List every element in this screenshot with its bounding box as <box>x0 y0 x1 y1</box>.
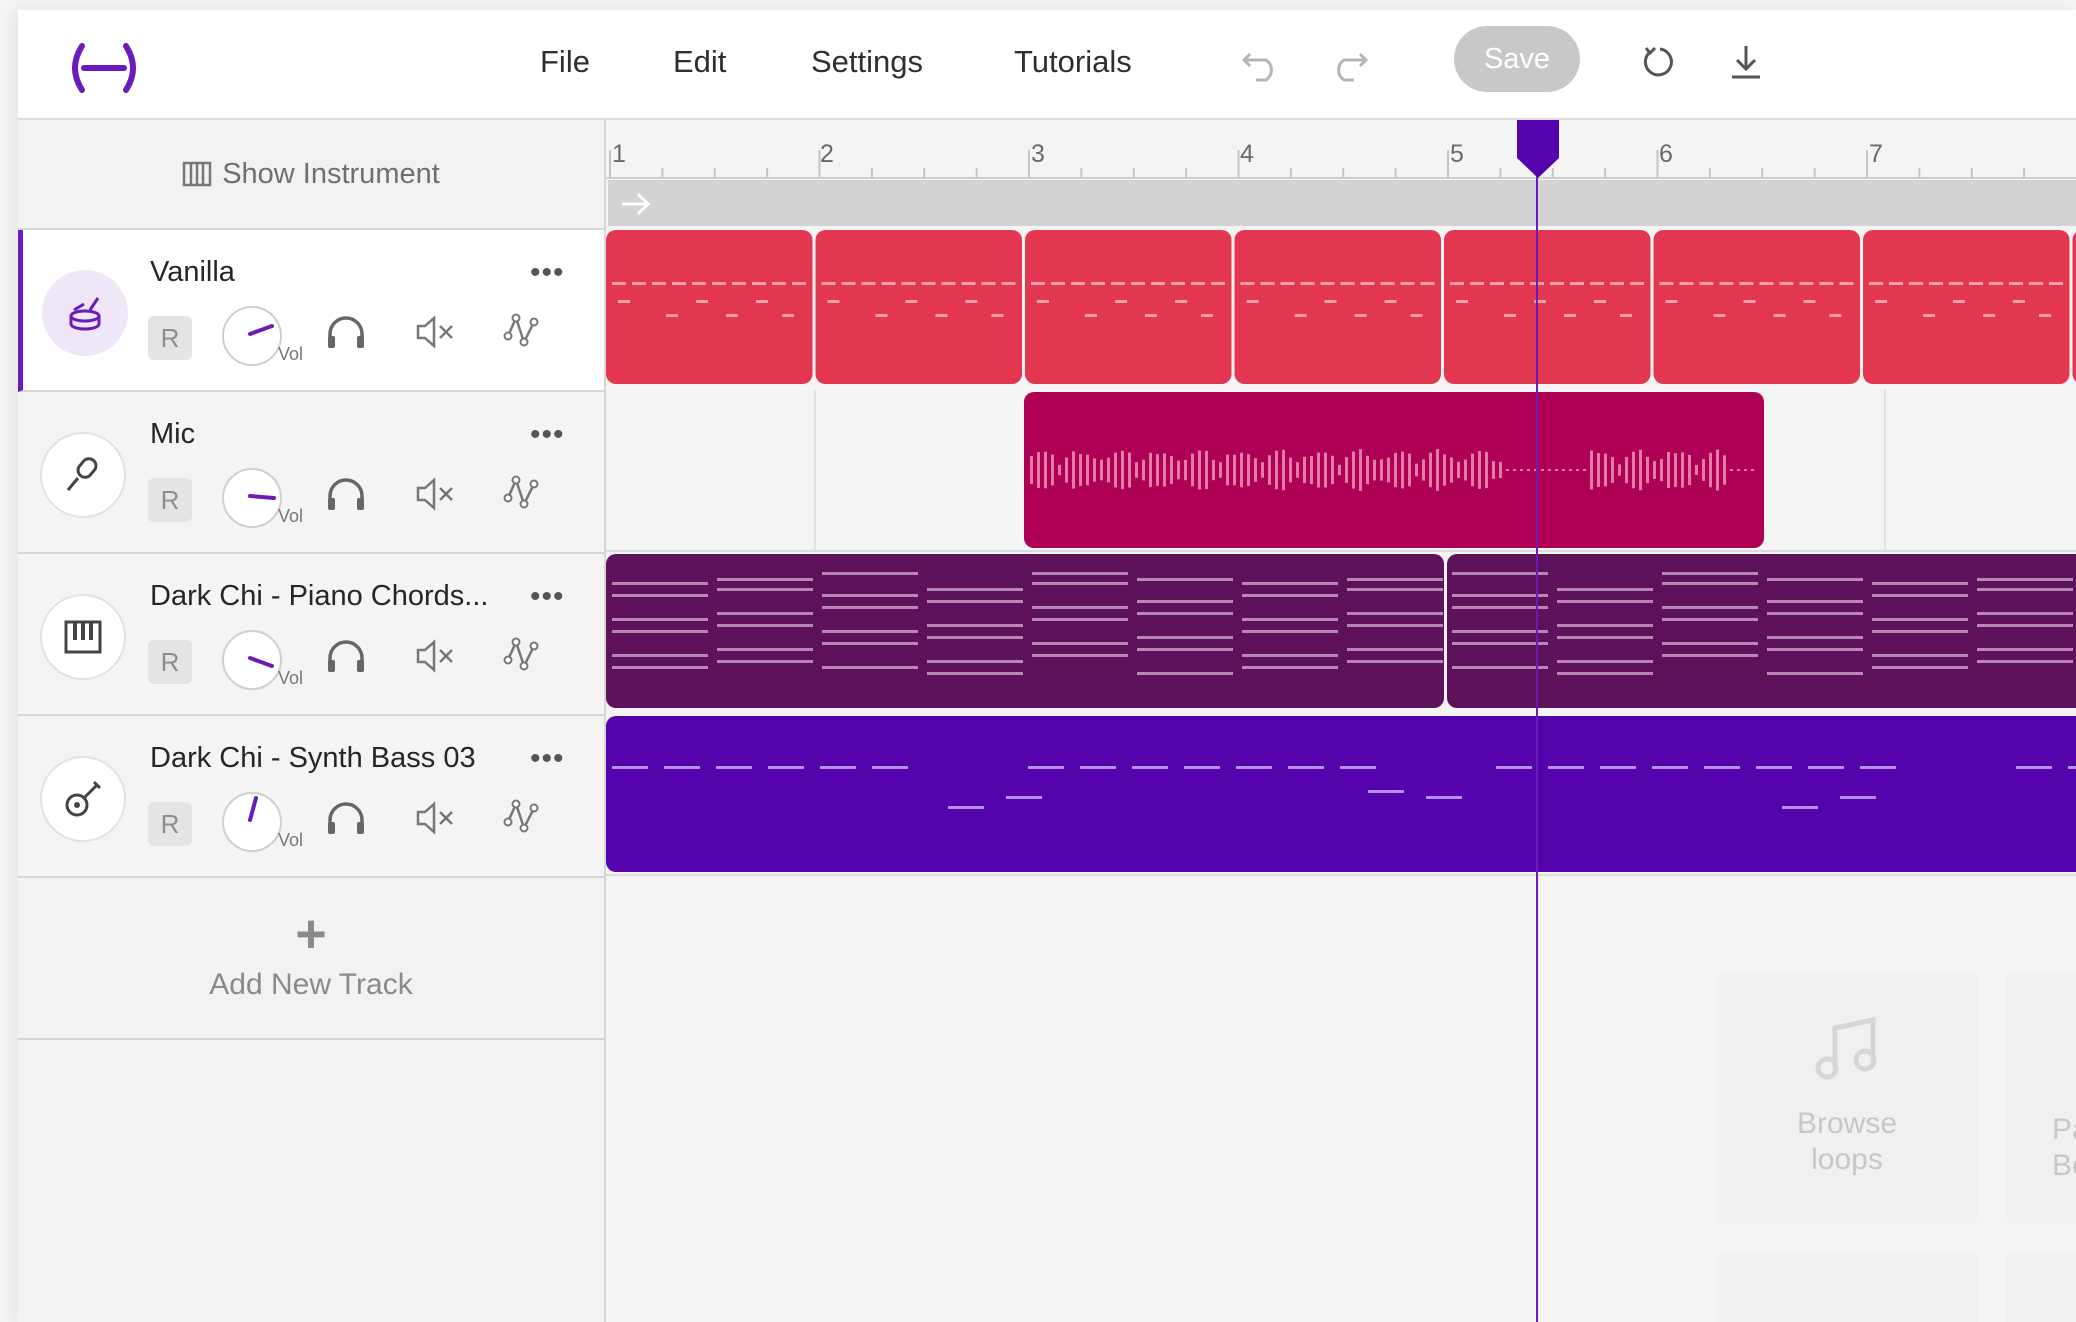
volume-label: Vol <box>278 506 304 526</box>
bar-number: 6 <box>1659 140 1673 168</box>
clip-synth-bass[interactable] <box>606 716 2076 872</box>
save-button[interactable]: Save <box>1454 26 1580 92</box>
revert-icon[interactable] <box>1632 34 1688 90</box>
microphone-icon[interactable] <box>40 432 126 518</box>
volume-label: Vol <box>278 830 304 850</box>
show-instrument-button[interactable]: Show Instrument <box>18 120 604 230</box>
record-arm-button[interactable]: R <box>148 316 192 360</box>
mute-icon[interactable] <box>414 476 458 512</box>
arrow-right-icon <box>622 192 651 216</box>
volume-knob[interactable] <box>222 792 282 852</box>
mute-icon[interactable] <box>414 638 458 674</box>
track-header-vanilla[interactable]: Vanilla ••• R Vol <box>18 230 604 392</box>
bar-number: 1 <box>612 140 626 168</box>
track-name[interactable]: Vanilla <box>150 256 235 289</box>
bar-number: 3 <box>1031 140 1045 168</box>
track-options-icon[interactable]: ••• <box>530 580 565 614</box>
volume-knob[interactable] <box>222 630 282 690</box>
record-arm-button[interactable]: R <box>148 640 192 684</box>
redo-icon[interactable] <box>1320 34 1376 90</box>
menu-tutorials[interactable]: Tutorials <box>1014 44 1132 80</box>
add-new-track-button[interactable]: + Add New Track <box>18 878 604 1040</box>
volume-knob[interactable] <box>222 306 282 366</box>
drum-icon[interactable] <box>42 270 128 356</box>
arrangement-timeline[interactable]: 1 2 3 4 5 6 7 Browse loops P B <box>606 120 2076 1322</box>
headphones-icon[interactable] <box>324 636 368 676</box>
automation-icon[interactable] <box>502 472 542 514</box>
automation-icon[interactable] <box>502 310 542 352</box>
headphones-icon[interactable] <box>324 474 368 514</box>
browse-loops-label: Browse loops <box>1796 1107 1898 1176</box>
track-options-icon[interactable]: ••• <box>530 256 565 290</box>
bar-number: 4 <box>1240 140 1254 168</box>
volume-label: Vol <box>278 668 304 688</box>
add-new-track-label: Add New Track <box>209 968 413 1001</box>
playhead-line[interactable] <box>1536 120 1538 1322</box>
menu-file[interactable]: File <box>540 44 590 80</box>
track-name[interactable]: Dark Chi - Synth Bass 03 <box>150 742 476 775</box>
clip-vanilla[interactable] <box>606 230 2076 386</box>
record-arm-button[interactable]: R <box>148 478 192 522</box>
headphones-icon[interactable] <box>324 798 368 838</box>
clip-mic-recording[interactable] <box>1024 392 1764 548</box>
playhead-marker[interactable] <box>1517 120 1559 178</box>
piano-icon[interactable] <box>40 594 126 680</box>
headphones-icon[interactable] <box>324 312 368 352</box>
track-lanes: Browse loops PaBe <box>606 228 2076 1322</box>
track-list-panel: Show Instrument Vanilla ••• R Vol Mic ••… <box>18 120 606 1322</box>
download-icon[interactable] <box>1718 34 1774 90</box>
bar-number: 7 <box>1869 140 1883 168</box>
automation-icon[interactable] <box>502 796 542 838</box>
drum-clip-graphic <box>606 230 2076 384</box>
track-options-icon[interactable]: ••• <box>530 418 565 452</box>
browse-loops-card[interactable]: Browse loops <box>1716 972 1978 1224</box>
daw-app: File Edit Settings Tutorials Save Show I… <box>18 10 2076 1322</box>
volume-knob[interactable] <box>222 468 282 528</box>
volume-label: Vol <box>278 344 304 364</box>
music-note-icon <box>1815 1016 1877 1080</box>
menu-edit[interactable]: Edit <box>673 44 726 80</box>
midi-clip-graphic <box>612 766 2076 809</box>
bar-number: 5 <box>1450 140 1464 168</box>
show-instrument-label: Show Instrument <box>222 157 440 190</box>
guitar-icon[interactable] <box>40 756 126 842</box>
automation-icon[interactable] <box>502 634 542 676</box>
plus-icon: + <box>295 904 327 964</box>
menu-settings[interactable]: Settings <box>811 44 923 80</box>
top-bar: File Edit Settings Tutorials Save <box>18 10 2076 120</box>
timeline-ruler[interactable]: 1 2 3 4 5 6 7 <box>606 120 2076 180</box>
midi-clip-graphic <box>606 554 2076 708</box>
track-name[interactable]: Mic <box>150 418 195 451</box>
card-partial-bottom-right[interactable] <box>2006 1252 2076 1322</box>
loop-region-bar[interactable] <box>608 180 2076 226</box>
card-partial-bottom[interactable] <box>1716 1252 1978 1322</box>
partial-card[interactable]: PaBe <box>2006 972 2076 1224</box>
mute-icon[interactable] <box>414 314 458 350</box>
audio-waveform <box>1030 449 1754 491</box>
bar-number: 2 <box>820 140 834 168</box>
logo-icon[interactable] <box>64 38 144 98</box>
track-header-piano-chords[interactable]: Dark Chi - Piano Chords... ••• R Vol <box>18 554 604 716</box>
undo-icon[interactable] <box>1234 34 1290 90</box>
track-options-icon[interactable]: ••• <box>530 742 565 776</box>
track-header-synth-bass[interactable]: Dark Chi - Synth Bass 03 ••• R Vol <box>18 716 604 878</box>
clip-piano-chords[interactable] <box>606 554 2076 710</box>
keyboard-icon <box>182 161 212 187</box>
partial-card-label: PaBe <box>2052 1113 2076 1182</box>
track-header-mic[interactable]: Mic ••• R Vol <box>18 392 604 554</box>
track-name[interactable]: Dark Chi - Piano Chords... <box>150 580 488 613</box>
record-arm-button[interactable]: R <box>148 802 192 846</box>
mute-icon[interactable] <box>414 800 458 836</box>
